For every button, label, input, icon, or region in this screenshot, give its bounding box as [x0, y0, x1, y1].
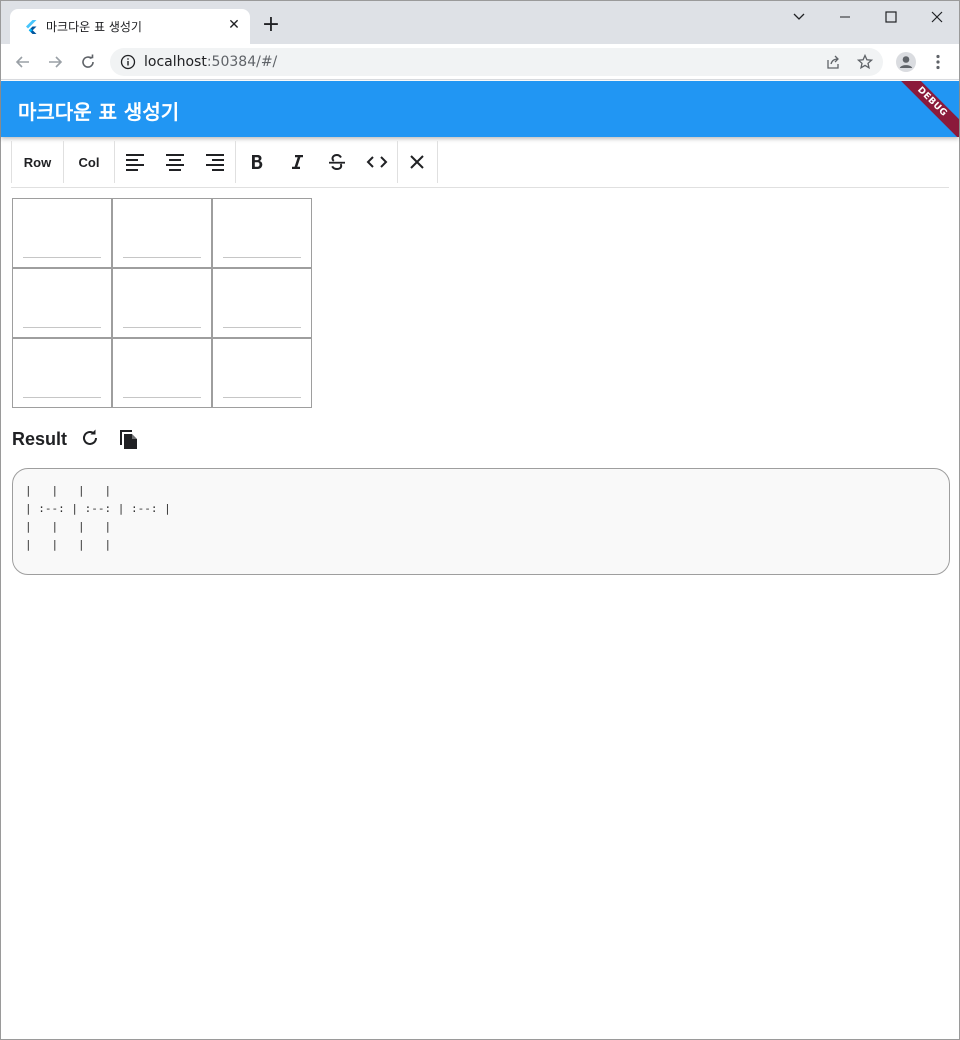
app-bar: 마크다운 표 생성기 DEBUG: [1, 81, 959, 137]
italic-icon[interactable]: [283, 141, 311, 183]
back-icon[interactable]: [11, 50, 35, 74]
markdown-output: | | | | | :--: | :--: | :--: | | | | | |…: [25, 484, 171, 551]
table-cell: [12, 198, 112, 268]
tab-search-icon[interactable]: [776, 3, 822, 31]
cell-input[interactable]: [223, 396, 301, 398]
flutter-logo-icon: [26, 20, 37, 34]
align-left-icon[interactable]: [121, 141, 149, 183]
code-icon[interactable]: [363, 141, 391, 183]
tab-title: 마크다운 표 생성기: [46, 20, 142, 34]
clear-icon[interactable]: [403, 141, 431, 183]
toolbar-divider: [397, 141, 398, 183]
align-right-icon[interactable]: [201, 141, 229, 183]
address-bar[interactable]: localhost:50384/#/: [110, 48, 883, 76]
more-menu-icon[interactable]: [926, 50, 950, 74]
browser-tab[interactable]: 마크다운 표 생성기 ✕: [10, 9, 250, 44]
share-icon[interactable]: [824, 53, 842, 71]
result-output[interactable]: | | | | | :--: | :--: | :--: | | | | | |…: [12, 468, 950, 575]
table-cell: [112, 338, 212, 408]
url-host: localhost: [144, 54, 207, 70]
cell-input[interactable]: [123, 396, 201, 398]
profile-avatar-icon[interactable]: [894, 50, 918, 74]
url-text: localhost:50384/#/: [144, 54, 277, 70]
cell-input[interactable]: [123, 256, 201, 258]
add-row-button[interactable]: Row: [12, 141, 63, 183]
table-cell: [212, 198, 312, 268]
bold-icon[interactable]: [243, 141, 271, 183]
table-cell: [112, 268, 212, 338]
toolbar-divider: [114, 141, 115, 183]
table-grid: [12, 198, 312, 408]
minimize-icon[interactable]: [822, 3, 868, 31]
app-title: 마크다운 표 생성기: [18, 100, 180, 124]
forward-icon[interactable]: [43, 50, 67, 74]
cell-input[interactable]: [223, 256, 301, 258]
cell-input[interactable]: [23, 396, 101, 398]
table-cell: [112, 198, 212, 268]
bookmark-star-icon[interactable]: [856, 53, 874, 71]
browser-window: 마크다운 표 생성기 ✕ + localhost:50384/#/ 마크다운 표…: [0, 0, 960, 1040]
toolbar-divider: [235, 141, 236, 183]
window-close-icon[interactable]: [914, 3, 960, 31]
refresh-icon[interactable]: [78, 426, 102, 450]
strikethrough-icon[interactable]: [323, 141, 351, 183]
reload-icon[interactable]: [76, 50, 100, 74]
cell-input[interactable]: [23, 326, 101, 328]
cell-input[interactable]: [123, 326, 201, 328]
align-center-icon[interactable]: [161, 141, 189, 183]
url-path: :50384/#/: [206, 54, 278, 70]
site-info-icon[interactable]: [120, 54, 136, 70]
add-col-button[interactable]: Col: [64, 141, 114, 183]
debug-banner: DEBUG: [888, 81, 959, 137]
editor-toolbar: Row Col: [11, 141, 949, 188]
result-heading: Result: [12, 429, 68, 449]
new-tab-button[interactable]: +: [260, 14, 282, 37]
table-cell: [12, 268, 112, 338]
cell-input[interactable]: [23, 256, 101, 258]
table-cell: [12, 338, 112, 408]
cell-input[interactable]: [223, 326, 301, 328]
table-cell: [212, 338, 312, 408]
tab-strip: 마크다운 표 생성기 ✕ +: [1, 1, 959, 44]
table-cell: [212, 268, 312, 338]
maximize-icon[interactable]: [868, 3, 914, 31]
tab-close-icon[interactable]: ✕: [226, 17, 242, 33]
copy-icon[interactable]: [117, 426, 141, 450]
browser-toolbar: localhost:50384/#/: [1, 44, 959, 80]
